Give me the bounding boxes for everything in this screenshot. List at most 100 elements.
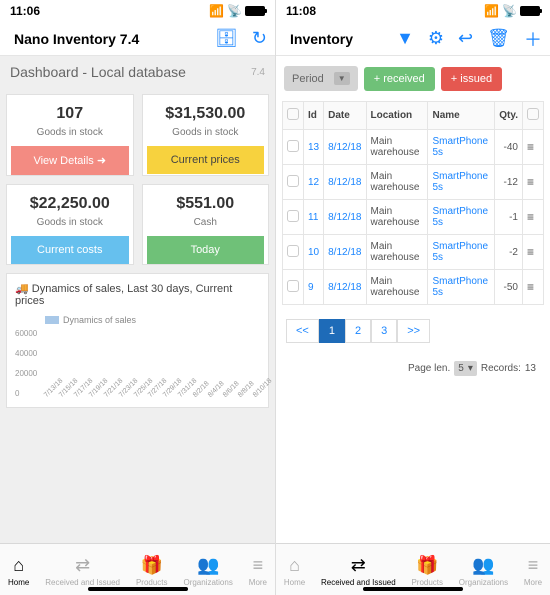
row-date[interactable]: 8/12/18 [324,235,366,270]
y-tick: 20000 [15,369,37,378]
home-indicator[interactable] [88,587,188,591]
trash-icon[interactable]: 🗑 [487,28,510,49]
row-menu-icon[interactable]: ≡ [522,165,543,200]
tab-label: Received and Issued [45,578,120,587]
x-tick: 8/2/18 [192,388,203,399]
card-button[interactable]: View Details ➜ [11,146,129,175]
row-id[interactable]: 10 [304,235,324,270]
col-header [522,102,543,130]
signal-icon: 📶 [209,4,224,18]
database-icon[interactable]: 🗄 [215,28,238,49]
row-name[interactable]: SmartPhone 5s [428,200,495,235]
tab-products[interactable]: 🎁 Products [136,555,168,587]
tab-home[interactable]: ⌂ Home [8,555,29,587]
row-id[interactable]: 12 [304,165,324,200]
row-id[interactable]: 11 [304,200,324,235]
tab-label: Products [411,578,443,587]
x-tick: 8/4/18 [207,388,218,399]
controls-row: Period ▼ + received + issued [282,62,544,101]
y-tick: 40000 [15,349,37,358]
row-checkbox[interactable] [287,175,299,187]
row-checkbox[interactable] [287,210,299,222]
row-date[interactable]: 8/12/18 [324,270,366,305]
refresh-icon[interactable]: ↻ [252,28,267,49]
tab-home[interactable]: ⌂ Home [284,555,305,587]
page-title: Dashboard - Local database [10,64,186,80]
row-qty: -1 [495,200,523,235]
subheader: Dashboard - Local database 7.4 [0,56,275,88]
row-name[interactable]: SmartPhone 5s [428,130,495,165]
row-checkbox[interactable] [287,280,299,292]
tab-organizations[interactable]: 👥 Organizations [183,555,232,587]
stat-card: $31,530.00 Goods in stock Current prices [142,94,270,176]
card-button[interactable]: Current prices [147,146,265,174]
row-date[interactable]: 8/12/18 [324,200,366,235]
row-qty: -50 [495,270,523,305]
row-name[interactable]: SmartPhone 5s [428,270,495,305]
add-issued-button[interactable]: + issued [441,67,502,91]
card-button[interactable]: Today [147,236,265,264]
row-date[interactable]: 8/12/18 [324,130,366,165]
row-location: Main warehouse [366,165,428,200]
page-button[interactable]: 1 [319,319,345,343]
battery-icon [245,6,265,16]
table-row: 10 8/12/18 Main warehouse SmartPhone 5s … [283,235,544,270]
page-len-select[interactable]: 5 ▾ [454,361,477,376]
dashboard-screen: 11:06 📶 📡 Nano Inventory 7.4 🗄 ↻ Dashboa… [0,0,275,595]
undo-icon[interactable]: ↩ [458,28,473,49]
x-tick: 7/31/18 [177,388,188,399]
tab-received-and-issued[interactable]: ⇄ Received and Issued [45,555,120,587]
row-date[interactable]: 8/12/18 [324,165,366,200]
x-tick: 7/15/18 [58,388,69,399]
row-name[interactable]: SmartPhone 5s [428,165,495,200]
row-name[interactable]: SmartPhone 5s [428,235,495,270]
chart-legend: Dynamics of sales [45,315,260,325]
row-menu-icon[interactable]: ≡ [522,270,543,305]
table-row: 13 8/12/18 Main warehouse SmartPhone 5s … [283,130,544,165]
tab-products[interactable]: 🎁 Products [411,555,443,587]
row-id[interactable]: 13 [304,130,324,165]
tab-more[interactable]: ≡ More [524,555,542,587]
row-menu-icon[interactable]: ≡ [522,200,543,235]
filter-icon[interactable]: ▼ [396,28,414,49]
stat-label: Goods in stock [11,217,129,228]
tab-more[interactable]: ≡ More [249,555,267,587]
col-header: Id [304,102,324,130]
tab-label: Products [136,578,168,587]
tab-icon: ≡ [528,555,539,576]
inventory-screen: 11:08 📶 📡 Inventory ▼ ⚙ ↩ 🗑 ＋ Period ▼ +… [275,0,550,595]
gear-icon[interactable]: ⚙ [428,28,444,49]
home-indicator[interactable] [363,587,463,591]
row-menu-icon[interactable]: ≡ [522,235,543,270]
chevron-down-icon: ▾ [468,363,473,374]
tab-received-and-issued[interactable]: ⇄ Received and Issued [321,555,396,587]
row-location: Main warehouse [366,270,428,305]
tab-icon: ⇄ [351,555,366,576]
row-qty: -40 [495,130,523,165]
add-icon[interactable]: ＋ [524,26,542,52]
chart-panel: 🚚 Dynamics of sales, Last 30 days, Curre… [6,273,269,408]
page-button[interactable]: >> [397,319,430,343]
row-id[interactable]: 9 [304,270,324,305]
row-checkbox[interactable] [287,245,299,257]
page-button[interactable]: 3 [371,319,397,343]
add-received-button[interactable]: + received [364,67,435,91]
page-button[interactable]: 2 [345,319,371,343]
x-tick: 7/25/18 [133,388,144,399]
status-icons: 📶 📡 [484,4,540,18]
x-tick: 7/27/18 [147,388,158,399]
page-button[interactable]: << [286,319,319,343]
card-button[interactable]: Current costs [11,236,129,264]
x-tick: 7/13/18 [43,388,54,399]
col-header: Date [324,102,366,130]
tab-organizations[interactable]: 👥 Organizations [459,555,508,587]
x-axis: 7/13/187/15/187/17/187/19/187/21/187/23/… [43,394,260,401]
table-row: 12 8/12/18 Main warehouse SmartPhone 5s … [283,165,544,200]
row-menu-icon[interactable]: ≡ [522,130,543,165]
row-location: Main warehouse [366,200,428,235]
x-tick: 8/10/18 [252,388,263,399]
tab-icon: ⇄ [75,555,90,576]
x-tick: 7/21/18 [103,388,114,399]
row-checkbox[interactable] [287,140,299,152]
period-select[interactable]: Period ▼ [284,66,358,91]
